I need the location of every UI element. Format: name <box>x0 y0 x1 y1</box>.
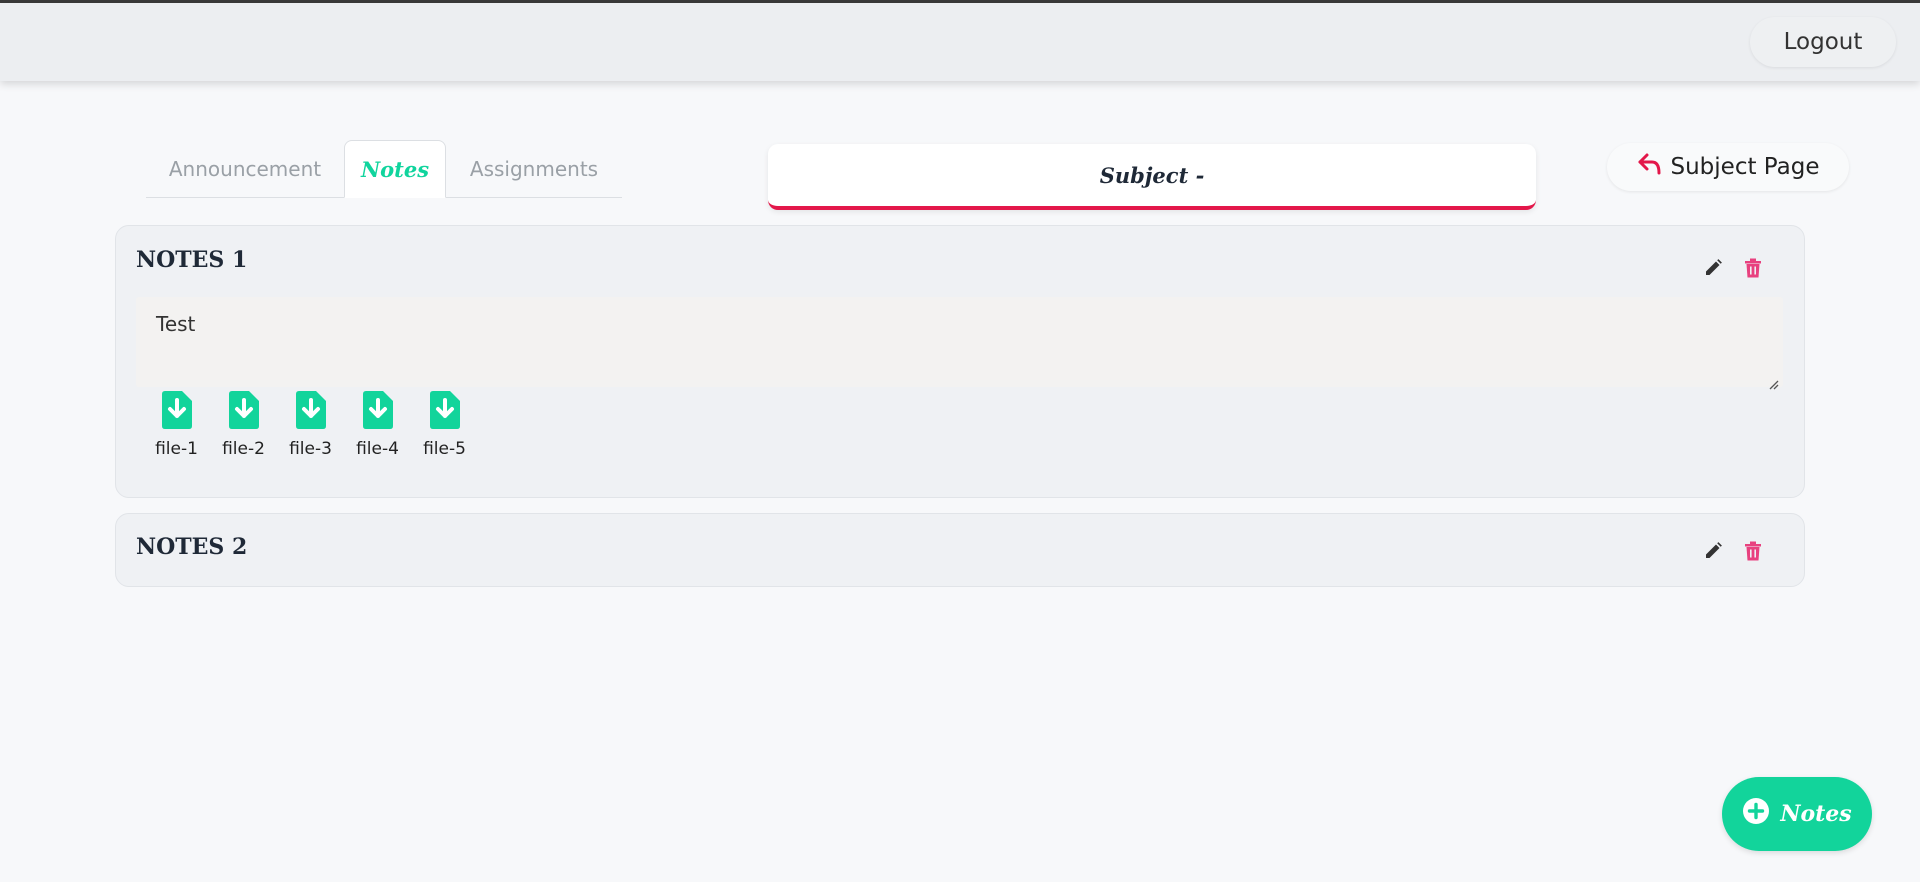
note-card: NOTES 1 Test file-1 file-2 file-3 file-4… <box>115 225 1805 498</box>
subject-page-button[interactable]: Subject Page <box>1607 143 1849 191</box>
file-download-icon <box>295 391 326 433</box>
file-download[interactable]: file-1 <box>154 391 199 459</box>
note-body-text: Test <box>156 312 196 336</box>
edit-icon[interactable] <box>1697 535 1729 567</box>
note-card: NOTES 2 <box>115 513 1805 587</box>
navbar: Logout <box>0 3 1920 81</box>
tab-bar: Announcement Notes Assignments <box>146 140 622 198</box>
file-label: file-2 <box>222 439 265 459</box>
subject-header: Subject - <box>768 144 1536 210</box>
file-download-icon <box>362 391 393 433</box>
file-download[interactable]: file-4 <box>355 391 400 459</box>
file-label: file-5 <box>423 439 466 459</box>
tab-notes[interactable]: Notes <box>344 140 446 198</box>
add-notes-label: Notes <box>1780 801 1852 827</box>
file-download[interactable]: file-3 <box>288 391 333 459</box>
tab-assignments[interactable]: Assignments <box>446 140 622 198</box>
file-download-icon <box>429 391 460 433</box>
subject-title: Subject - <box>1099 162 1205 188</box>
file-label: file-4 <box>356 439 399 459</box>
file-download-icon <box>161 391 192 433</box>
add-notes-button[interactable]: Notes <box>1722 777 1872 851</box>
file-label: file-1 <box>155 439 198 459</box>
file-download-icon <box>228 391 259 433</box>
resize-grip-icon[interactable] <box>1767 371 1779 390</box>
note-body-textarea[interactable]: Test <box>136 297 1783 390</box>
tab-announcement[interactable]: Announcement <box>146 140 344 198</box>
reply-arrow-icon <box>1637 152 1663 182</box>
trash-icon[interactable] <box>1737 252 1769 284</box>
file-download[interactable]: file-2 <box>221 391 266 459</box>
logout-button[interactable]: Logout <box>1750 17 1896 67</box>
subject-page-label: Subject Page <box>1670 154 1820 180</box>
file-label: file-3 <box>289 439 332 459</box>
file-download[interactable]: file-5 <box>422 391 467 459</box>
plus-circle-icon <box>1742 797 1770 831</box>
edit-icon[interactable] <box>1697 252 1729 284</box>
note-title: NOTES 1 <box>136 247 248 273</box>
note-title: NOTES 2 <box>136 534 248 560</box>
trash-icon[interactable] <box>1737 535 1769 567</box>
attachment-list: file-1 file-2 file-3 file-4 file-5 <box>154 391 467 459</box>
